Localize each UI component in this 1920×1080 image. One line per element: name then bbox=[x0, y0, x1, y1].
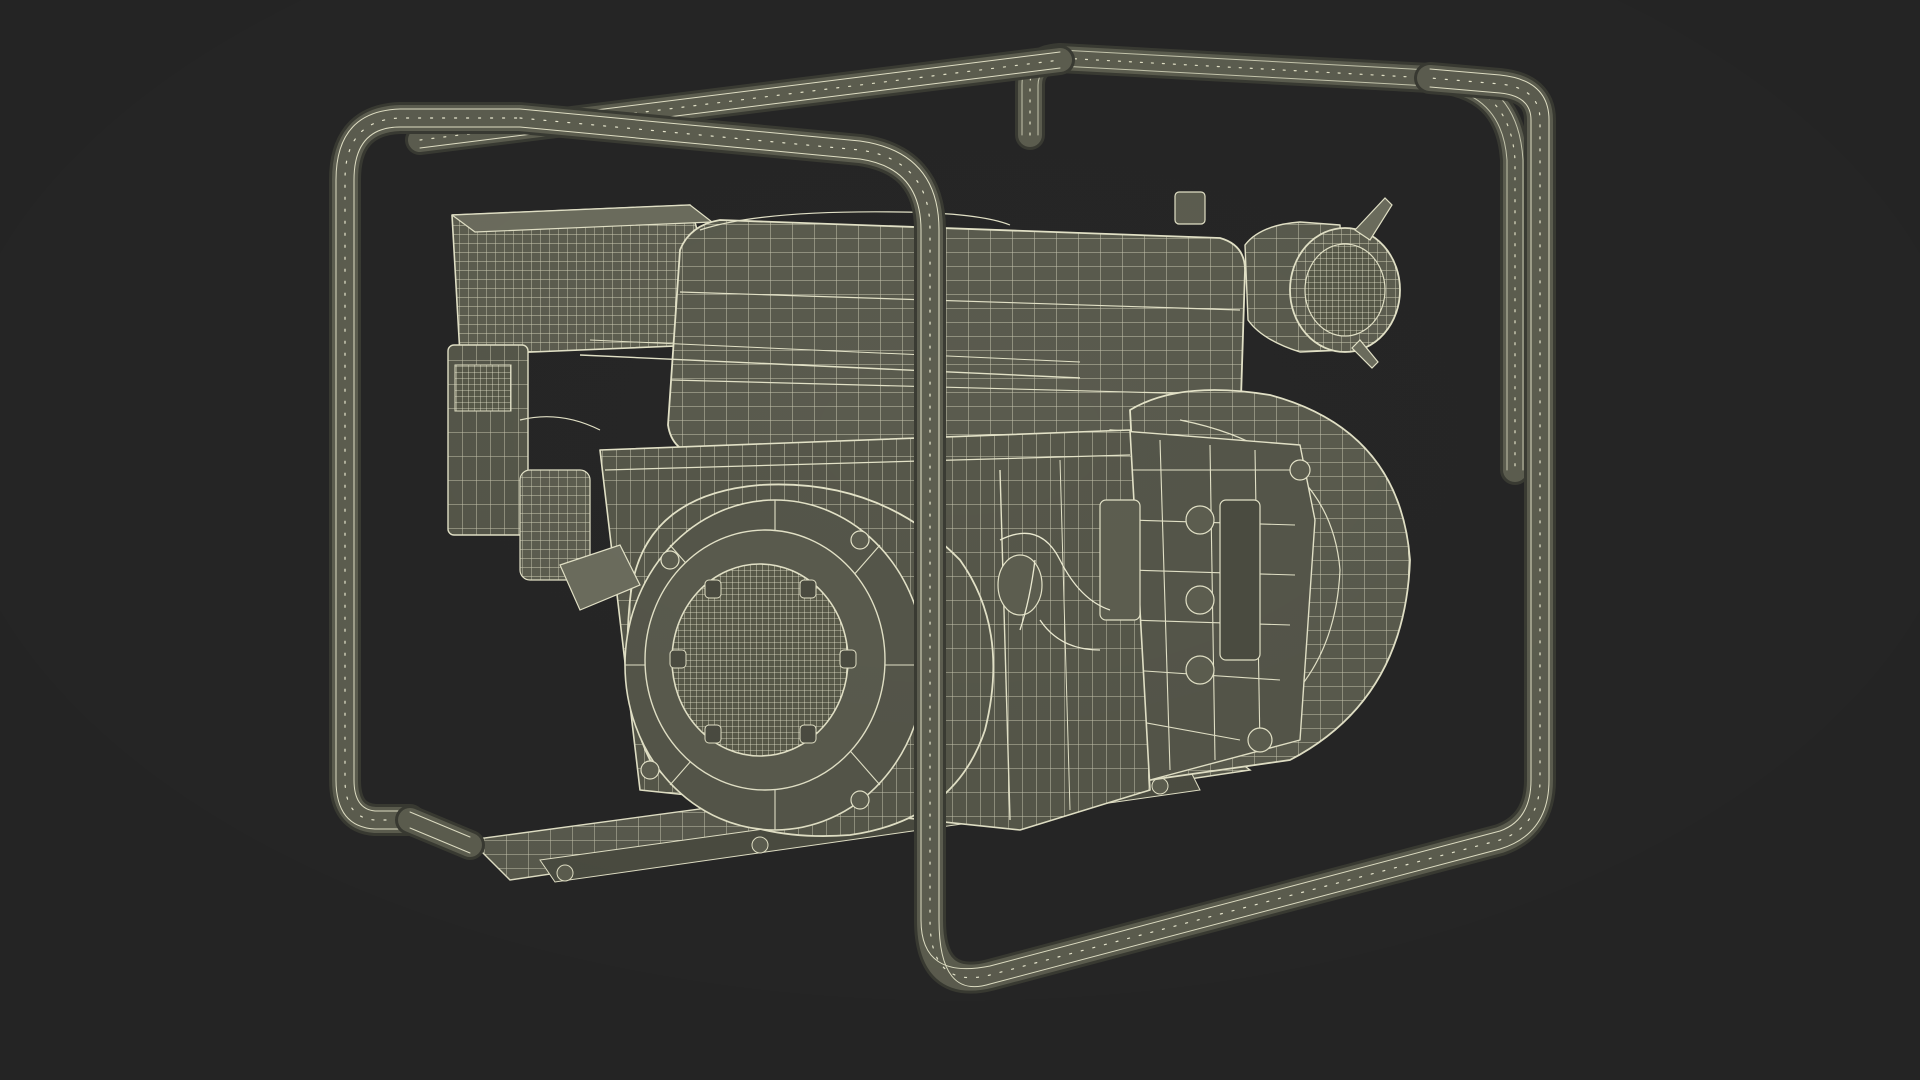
render-viewport bbox=[0, 0, 1920, 1080]
vignette bbox=[0, 0, 1920, 1080]
wireframe-render bbox=[0, 0, 1920, 1080]
